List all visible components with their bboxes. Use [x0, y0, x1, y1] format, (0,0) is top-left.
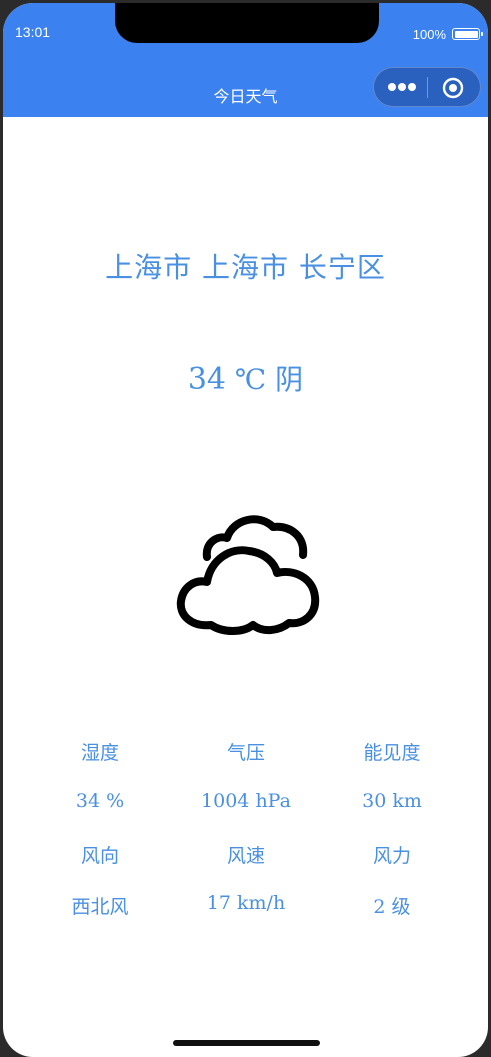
wind-force-value: 2 级 [373, 896, 411, 918]
battery-percentage: 100% [412, 27, 446, 42]
visibility-value: 30 km [362, 790, 422, 812]
visibility-label: 能见度 [363, 742, 421, 764]
location-text: 上海市 上海市 长宁区 [105, 251, 386, 284]
wind-force-label: 风力 [372, 845, 411, 867]
nav-bar: 13:01 100% 今日天气 [3, 3, 488, 117]
wind-speed-label: 风速 [226, 845, 265, 867]
home-indicator[interactable] [173, 1040, 320, 1046]
capsule-divider [427, 77, 428, 98]
pressure-label: 气压 [226, 742, 265, 764]
pressure-value: 1004 hPa [201, 790, 291, 812]
status-time: 13:01 [15, 24, 51, 40]
mini-program-capsule [373, 67, 481, 107]
wind-direction-label: 风向 [80, 845, 119, 867]
humidity-value: 34 % [75, 790, 125, 812]
more-dots-icon[interactable] [387, 81, 417, 93]
cloudy-icon [176, 515, 320, 635]
temperature-unit-condition: ℃ 阴 [234, 363, 304, 396]
wind-direction-value: 西北风 [71, 896, 129, 918]
close-target-icon[interactable] [442, 77, 464, 99]
temperature-line: 34 ℃ 阴 [3, 358, 488, 398]
phone-screen: 13:01 100% 今日天气 上海市 上海市 长宁区 34 ℃ 阴 湿度 气压… [3, 3, 488, 1057]
temperature-value: 34 [187, 362, 227, 397]
battery-icon [452, 28, 483, 40]
device-notch [115, 3, 379, 43]
wind-speed-value: 17 km/h [206, 892, 286, 914]
humidity-label: 湿度 [80, 742, 119, 764]
